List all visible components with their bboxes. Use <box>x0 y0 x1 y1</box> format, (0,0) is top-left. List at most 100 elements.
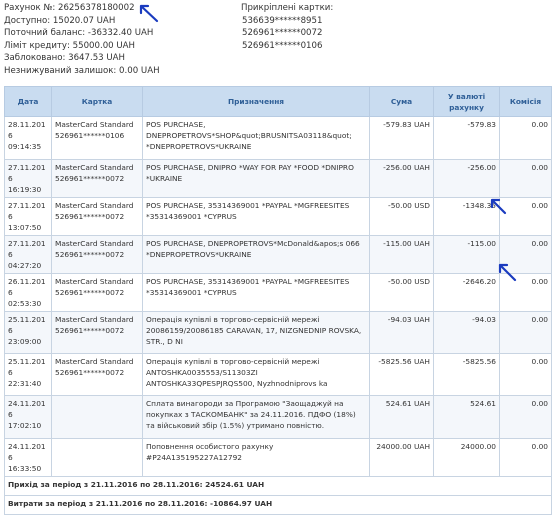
income-summary: Прихід за період з 21.11.2016 по 28.11.2… <box>4 476 552 496</box>
row-date: 27.11.2016 <box>8 163 46 183</box>
row-date: 25.11.2016 <box>8 315 46 335</box>
table-row: 25.11.2016 22:31:40 MasterCard Standard 52… <box>4 353 552 396</box>
row-time: 17:02:10 <box>8 421 42 430</box>
row-commission: 0.00 <box>499 395 552 439</box>
row-card-number: 526961******0106 <box>55 131 125 140</box>
row-date-cell: 25.11.2016 23:09:00 <box>4 311 52 354</box>
row-amount: -256.00 UAH <box>369 159 434 198</box>
row-card-cell: MasterCard Standard 526961******0106 <box>51 116 143 160</box>
row-date-cell: 28.11.2016 09:14:35 <box>4 116 52 160</box>
row-date-cell: 27.11.2016 04:27:20 <box>4 235 52 274</box>
row-card-type: MasterCard Standard <box>55 120 134 129</box>
row-date: 27.11.2016 <box>8 201 46 221</box>
row-amount: -5825.56 UAH <box>369 353 434 396</box>
row-commission: 0.00 <box>499 353 552 396</box>
row-card-type: MasterCard Standard <box>55 201 134 210</box>
col-header-commission[interactable]: Комісія <box>499 86 552 117</box>
row-card-cell: MasterCard Standard 526961******0072 <box>51 235 143 274</box>
row-card-cell: MasterCard Standard 526961******0072 <box>51 273 143 312</box>
row-date: 25.11.2016 <box>8 357 46 377</box>
row-date-cell: 27.11.2016 16:19:30 <box>4 159 52 198</box>
table-row: 27.11.2016 04:27:20 MasterCard Standard 52… <box>4 235 552 274</box>
row-commission: 0.00 <box>499 159 552 198</box>
row-date: 24.11.2016 <box>8 399 46 419</box>
row-amount: -579.83 UAH <box>369 116 434 160</box>
row-card-type: MasterCard Standard <box>55 277 134 286</box>
row-date-cell: 24.11.2016 16:33:50 <box>4 438 52 477</box>
account-number: Рахунок №: 26256378180002 <box>4 3 135 13</box>
summary-row-income: Прихід за період з 21.11.2016 по 28.11.2… <box>4 476 552 496</box>
row-amount: -115.00 UAH <box>369 235 434 274</box>
row-commission: 0.00 <box>499 438 552 477</box>
row-commission: 0.00 <box>499 311 552 354</box>
row-date-cell: 24.11.2016 17:02:10 <box>4 395 52 439</box>
row-description: Сплата винагороди за Програмою "Заощаджу… <box>142 395 370 439</box>
table-row: 24.11.2016 16:33:50 Поповнення особистого… <box>4 438 552 477</box>
row-card-number: 526961******0072 <box>55 250 125 259</box>
min-balance: Незнижуваний залишок: 0.00 UAH <box>4 65 160 76</box>
row-amount: 24000.00 UAH <box>369 438 434 477</box>
row-amount-account: -115.00 <box>433 235 500 274</box>
row-date: 26.11.2016 <box>8 277 46 297</box>
table-row: 27.11.2016 16:19:30 MasterCard Standard 52… <box>4 159 552 198</box>
row-description: Поповнення особистого рахунку #P24A13519… <box>142 438 370 477</box>
row-description: POS PURCHASE, DNIPRO *WAY FOR PAY *FOOD … <box>142 159 370 198</box>
row-card-number: 526961******0072 <box>55 368 125 377</box>
row-time: 09:14:35 <box>8 142 42 151</box>
col-header-card[interactable]: Картка <box>51 86 143 117</box>
row-amount-account: -94.03 <box>433 311 500 354</box>
row-date: 28.11.2016 <box>8 120 46 140</box>
table-row: 28.11.2016 09:14:35 MasterCard Standard 52… <box>4 116 552 160</box>
col-header-amount[interactable]: Сума <box>369 86 434 117</box>
row-date: 24.11.2016 <box>8 442 46 462</box>
blocked-amount: Заблоковано: 3647.53 UAH <box>4 53 126 63</box>
attached-cards: Прикріплені картки: 536639******8951 526… <box>241 2 333 52</box>
credit-limit: Ліміт кредиту: 55000.00 UAH <box>4 40 136 51</box>
summary-row-expense: Витрати за період з 21.11.2016 по 28.11.… <box>4 495 552 515</box>
row-description: Операція купівлі в торгово-сервісній мер… <box>142 311 370 354</box>
row-description: POS PURCHASE, DNEPROPETROVS*SHOP&quot;BR… <box>142 116 370 160</box>
row-time: 22:31:40 <box>8 379 42 388</box>
card-number: 536639******8951 <box>242 15 323 26</box>
table-header-row: Дата Картка Призначення Сума У валюті ра… <box>4 86 552 117</box>
row-amount-account: 524.61 <box>433 395 500 439</box>
table-row: 26.11.2016 02:53:30 MasterCard Standard 52… <box>4 273 552 312</box>
row-description: POS PURCHASE, 35314369001 *PAYPAL *MGFRE… <box>142 197 370 236</box>
card-number: 526961******0106 <box>242 40 323 51</box>
row-date-cell: 26.11.2016 02:53:30 <box>4 273 52 312</box>
row-amount-account: -256.00 <box>433 159 500 198</box>
row-card-number: 526961******0072 <box>55 174 125 183</box>
row-card-cell <box>51 395 143 439</box>
row-card-number: 526961******0072 <box>55 288 125 297</box>
row-commission: 0.00 <box>499 197 552 236</box>
attached-cards-title: Прикріплені картки: <box>241 3 334 13</box>
row-amount: 524.61 UAH <box>369 395 434 439</box>
col-header-purpose[interactable]: Призначення <box>142 86 370 117</box>
row-amount-account: -5825.56 <box>433 353 500 396</box>
row-description: POS PURCHASE, DNEPROPETROVS*McDonald&apo… <box>142 235 370 274</box>
row-commission: 0.00 <box>499 116 552 160</box>
row-card-cell: MasterCard Standard 526961******0072 <box>51 159 143 198</box>
col-header-date[interactable]: Дата <box>4 86 52 117</box>
current-balance: Поточний баланс: -36332.40 UAH <box>4 28 154 38</box>
row-amount: -94.03 UAH <box>369 311 434 354</box>
card-number: 526961******0072 <box>242 28 323 38</box>
row-date-cell: 27.11.2016 13:07:50 <box>4 197 52 236</box>
row-description: Операція купівлі в торгово-сервісній мер… <box>142 353 370 396</box>
row-card-cell: MasterCard Standard 526961******0072 <box>51 353 143 396</box>
row-card-type: MasterCard Standard <box>55 357 134 366</box>
col-header-amount-account-currency[interactable]: У валюті рахунку <box>433 86 500 117</box>
row-card-cell: MasterCard Standard 526961******0072 <box>51 311 143 354</box>
row-card-type: MasterCard Standard <box>55 239 134 248</box>
row-card-number: 526961******0072 <box>55 212 125 221</box>
row-card-type: MasterCard Standard <box>55 163 134 172</box>
expense-summary: Витрати за період з 21.11.2016 по 28.11.… <box>4 495 552 515</box>
row-time: 04:27:20 <box>8 261 42 270</box>
row-amount: -50.00 USD <box>369 197 434 236</box>
table-row: 24.11.2016 17:02:10 Сплата винагороди за … <box>4 395 552 439</box>
row-card-cell <box>51 438 143 477</box>
row-time: 16:33:50 <box>8 464 42 473</box>
row-date-cell: 25.11.2016 22:31:40 <box>4 353 52 396</box>
row-time: 16:19:30 <box>8 185 42 194</box>
table-row: 27.11.2016 13:07:50 MasterCard Standard 52… <box>4 197 552 236</box>
